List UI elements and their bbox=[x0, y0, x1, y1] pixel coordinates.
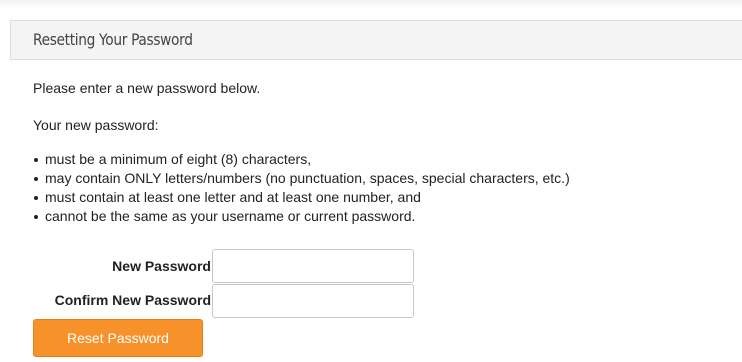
panel-title: Resetting Your Password bbox=[33, 30, 193, 49]
new-password-label: New Password bbox=[112, 258, 211, 274]
confirm-password-field[interactable] bbox=[212, 284, 414, 318]
requirement-item: cannot be the same as your username or c… bbox=[33, 207, 570, 226]
requirement-item: must contain at least one letter and at … bbox=[33, 188, 570, 207]
requirements-list: must be a minimum of eight (8) character… bbox=[33, 150, 570, 226]
reset-password-button[interactable]: Reset Password bbox=[33, 319, 203, 357]
requirement-item: may contain ONLY letters/numbers (no pun… bbox=[33, 169, 570, 188]
requirement-item: must be a minimum of eight (8) character… bbox=[33, 150, 570, 169]
page-top-shadow bbox=[0, 0, 742, 8]
new-password-field[interactable] bbox=[212, 249, 414, 283]
requirements-heading: Your new password: bbox=[33, 117, 159, 133]
confirm-password-label: Confirm New Password bbox=[54, 292, 211, 308]
intro-text: Please enter a new password below. bbox=[33, 80, 261, 96]
